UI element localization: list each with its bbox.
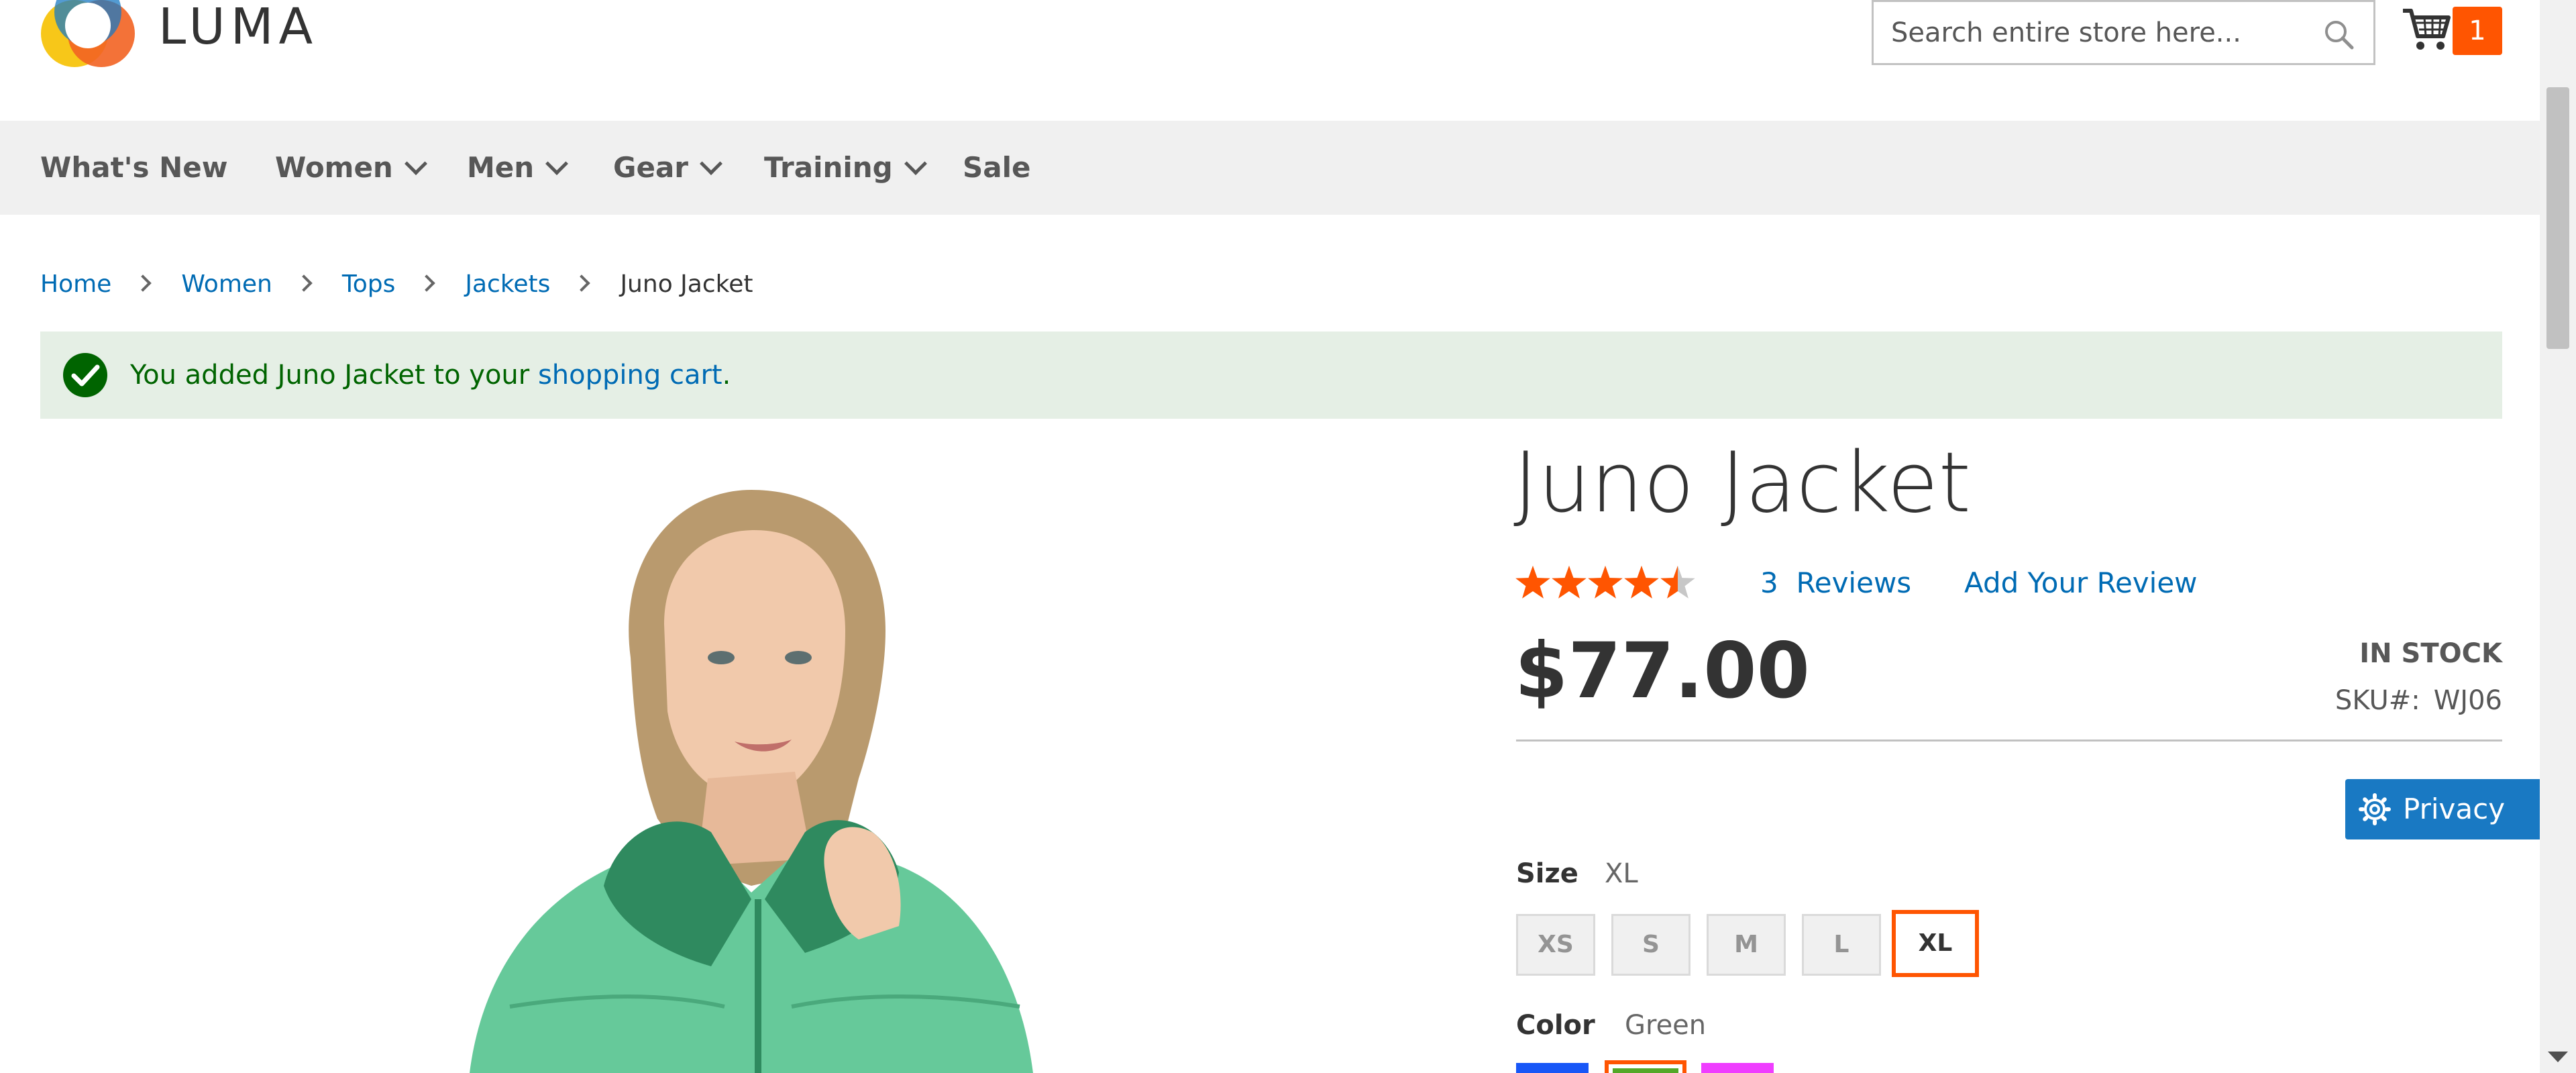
stock-status: IN STOCK bbox=[2359, 638, 2502, 669]
rating-star-filled bbox=[1588, 566, 1623, 599]
size-label: Size bbox=[1516, 858, 1578, 889]
size-swatch-xs[interactable]: XS bbox=[1516, 914, 1595, 976]
cart-count-badge[interactable]: 1 bbox=[2453, 7, 2502, 55]
reviews-link[interactable]: 3 Reviews bbox=[1760, 561, 1911, 605]
message-text-before: You added Juno Jacket to your bbox=[130, 360, 538, 391]
color-label: Color bbox=[1516, 1010, 1595, 1041]
product-title: Juno Jacket bbox=[1513, 435, 1972, 531]
reviews-count: 3 bbox=[1760, 566, 1778, 599]
nav-item-men[interactable]: Men bbox=[467, 121, 569, 215]
product-price: $77.00 bbox=[1515, 626, 1810, 715]
logo-text[interactable]: LUMA bbox=[158, 0, 318, 54]
color-swatch-green[interactable] bbox=[1605, 1060, 1686, 1073]
success-message-text: You added Juno Jacket to your shopping c… bbox=[130, 331, 731, 419]
page-scrollbar[interactable] bbox=[2540, 0, 2576, 1073]
breadcrumb-women[interactable]: Women bbox=[181, 270, 272, 298]
luma-logo-icon[interactable] bbox=[38, 0, 138, 74]
chevron-down-icon bbox=[404, 152, 427, 175]
sku-value: WJ06 bbox=[2433, 685, 2502, 716]
page: LUMA 1 What's New Women Men bbox=[0, 0, 2576, 1073]
size-swatch-m[interactable]: M bbox=[1707, 914, 1786, 976]
rating-star-filled bbox=[1552, 566, 1587, 599]
search-icon[interactable] bbox=[2322, 18, 2355, 50]
nav-item-training[interactable]: Training bbox=[764, 121, 927, 215]
nav-item-label: Training bbox=[764, 151, 893, 184]
color-swatch-purple[interactable] bbox=[1701, 1063, 1774, 1073]
minicart[interactable]: 1 bbox=[2402, 4, 2502, 58]
nav-item-women[interactable]: Women bbox=[275, 121, 427, 215]
chevron-down-icon bbox=[545, 152, 569, 175]
nav-item-gear[interactable]: Gear bbox=[613, 121, 722, 215]
privacy-label: Privacy bbox=[2403, 793, 2506, 825]
nav-item-label: What's New bbox=[40, 151, 228, 184]
chevron-right-icon bbox=[418, 274, 436, 292]
privacy-button[interactable]: Privacy bbox=[2345, 779, 2540, 839]
color-selected-value: Green bbox=[1625, 1010, 1707, 1041]
size-swatch-s[interactable]: S bbox=[1611, 914, 1690, 976]
success-message: You added Juno Jacket to your shopping c… bbox=[40, 331, 2502, 419]
message-text-after: . bbox=[722, 360, 731, 391]
color-swatch-green-fill bbox=[1613, 1068, 1678, 1073]
breadcrumb: Home Women Tops Jackets Juno Jacket bbox=[40, 266, 753, 303]
nav-item-whats-new[interactable]: What's New bbox=[40, 121, 228, 215]
scroll-down-arrow-icon[interactable] bbox=[2548, 1052, 2568, 1062]
size-selected-value: XL bbox=[1605, 858, 1638, 889]
divider bbox=[1516, 739, 2502, 742]
checkmark-circle-icon bbox=[63, 353, 107, 397]
scrollbar-thumb[interactable] bbox=[2546, 87, 2569, 349]
breadcrumb-current: Juno Jacket bbox=[620, 270, 753, 298]
reviews-label: Reviews bbox=[1796, 566, 1912, 599]
size-swatch-l[interactable]: L bbox=[1802, 914, 1881, 976]
size-swatch-xl[interactable]: XL bbox=[1892, 910, 1979, 977]
chevron-down-icon bbox=[700, 152, 722, 175]
chevron-right-icon bbox=[573, 274, 591, 292]
chevron-right-icon bbox=[295, 274, 313, 292]
gear-icon bbox=[2359, 793, 2391, 825]
cart-icon[interactable] bbox=[2402, 7, 2451, 52]
rating-stars-icon bbox=[1515, 566, 1695, 599]
nav-item-label: Gear bbox=[613, 151, 689, 184]
rating-star-filled bbox=[1624, 566, 1659, 599]
rating-star-filled bbox=[1515, 566, 1550, 599]
main-navigation: What's New Women Men Gear Training Sale bbox=[0, 121, 2540, 215]
product-image[interactable] bbox=[376, 456, 1315, 1073]
chevron-down-icon bbox=[904, 152, 927, 175]
product-sku: SKU#: WJ06 bbox=[2335, 680, 2502, 721]
shopping-cart-link[interactable]: shopping cart bbox=[538, 360, 722, 391]
add-review-link[interactable]: Add Your Review bbox=[1964, 561, 2198, 605]
color-swatch-blue[interactable] bbox=[1516, 1063, 1589, 1073]
breadcrumb-tops[interactable]: Tops bbox=[342, 270, 396, 298]
breadcrumb-home[interactable]: Home bbox=[40, 270, 111, 298]
breadcrumb-jackets[interactable]: Jackets bbox=[465, 270, 550, 298]
chevron-right-icon bbox=[134, 274, 152, 292]
nav-item-sale[interactable]: Sale bbox=[963, 121, 1030, 215]
nav-item-label: Men bbox=[467, 151, 535, 184]
nav-item-label: Women bbox=[275, 151, 393, 184]
search-box[interactable] bbox=[1872, 0, 2375, 65]
sku-label: SKU#: bbox=[2334, 685, 2420, 716]
search-input[interactable] bbox=[1880, 2, 2310, 63]
nav-item-label: Sale bbox=[963, 151, 1031, 184]
